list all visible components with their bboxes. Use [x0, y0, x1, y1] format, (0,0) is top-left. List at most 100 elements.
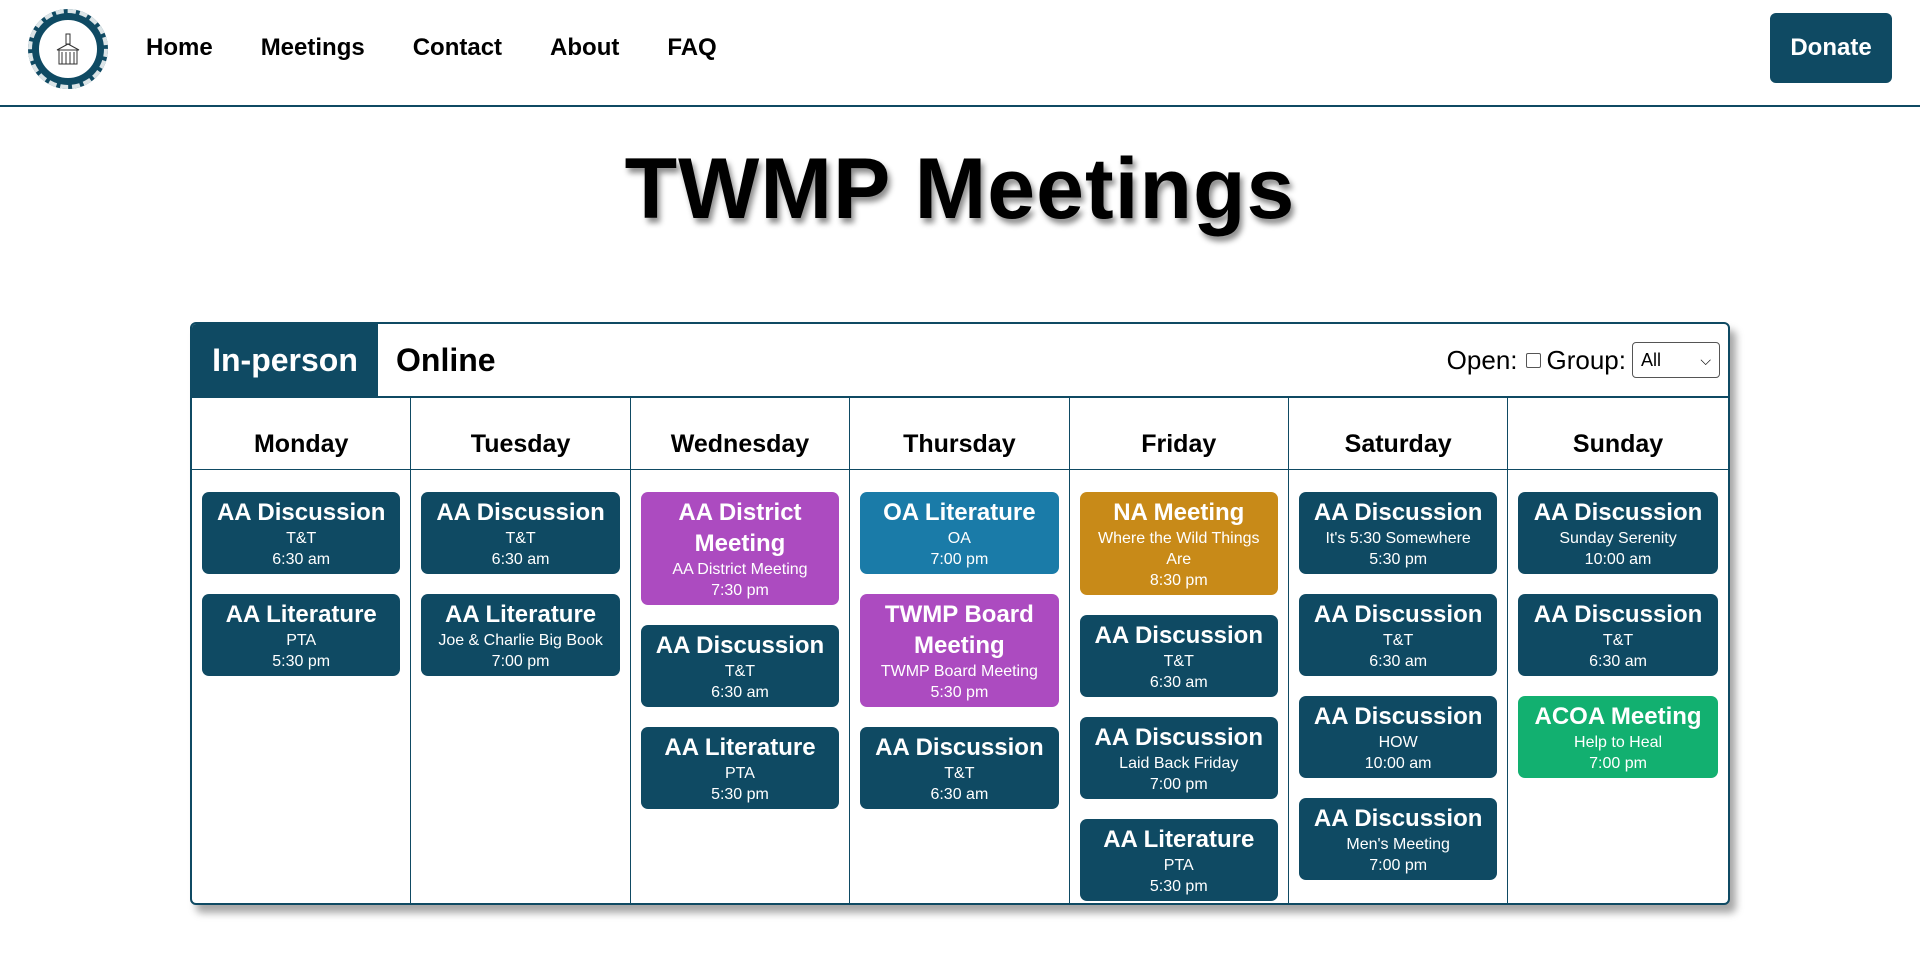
meeting-card[interactable]: AA Discussion T&T 6:30 am	[1518, 594, 1718, 676]
meeting-card[interactable]: AA Discussion T&T 6:30 am	[421, 492, 620, 574]
meeting-title: AA Discussion	[1533, 601, 1703, 628]
meeting-time: 6:30 am	[491, 551, 550, 568]
meeting-list: AA Discussion T&T 6:30 am AA Literature Joe …	[411, 470, 629, 676]
meeting-time: 6:30 am	[930, 786, 989, 803]
meeting-card[interactable]: AA Discussion T&T 6:30 am	[202, 492, 401, 574]
meeting-title: AA Discussion	[1313, 601, 1483, 628]
meeting-time: 7:00 pm	[1149, 776, 1208, 793]
meeting-time: 6:30 am	[711, 684, 769, 701]
meeting-time: 5:30 pm	[272, 653, 331, 670]
meeting-list: AA District Meeting AA District Meeting 7:…	[631, 470, 849, 809]
meeting-group: Help to Heal	[1574, 734, 1663, 751]
group-filter-value: All	[1641, 349, 1662, 370]
meeting-list: AA Discussion T&T 6:30 am AA Literature PTA 5…	[192, 470, 410, 676]
chevron-down-icon: ⌵	[1700, 351, 1711, 368]
donate-button[interactable]: Donate	[1770, 13, 1892, 83]
meeting-group: T&T	[505, 530, 536, 547]
meeting-time: 7:00 pm	[1589, 755, 1647, 772]
site-header: Home Meetings Contact About FAQ Donate	[0, 0, 1920, 107]
group-filter-label: Group:	[1546, 344, 1627, 375]
nav-about[interactable]: About	[550, 30, 619, 66]
day-heading: Tuesday	[411, 398, 630, 470]
meeting-time: 6:30 am	[272, 551, 331, 568]
meeting-time: 7:00 pm	[930, 551, 989, 568]
day-heading: Saturday	[1288, 398, 1508, 470]
meeting-time: 7:00 pm	[491, 653, 550, 670]
main-nav: Home Meetings Contact About FAQ	[146, 30, 765, 66]
meeting-title: AA Literature	[1103, 826, 1255, 853]
meeting-card[interactable]: OA Literature OA 7:00 pm	[860, 492, 1059, 574]
open-filter-checkbox[interactable]	[1525, 352, 1541, 368]
meeting-time: 5:30 pm	[711, 786, 769, 803]
tab-in-person[interactable]: In-person	[192, 324, 378, 396]
meeting-card[interactable]: AA Literature PTA 5:30 pm	[1079, 819, 1278, 901]
meeting-card[interactable]: AA Discussion Sunday Serenity 10:00 am	[1518, 492, 1718, 574]
meeting-type-tabs: In-person Online	[192, 324, 518, 396]
meeting-card[interactable]: AA Discussion Men's Meeting 7:00 pm	[1298, 798, 1498, 880]
tab-online[interactable]: Online	[378, 324, 518, 396]
meeting-card[interactable]: AA Discussion Laid Back Friday 7:00 pm	[1079, 717, 1278, 799]
meeting-card[interactable]: AA Discussion T&T 6:30 am	[1298, 594, 1498, 676]
meeting-title: AA Discussion	[216, 499, 386, 526]
meeting-title: AA Discussion	[655, 632, 825, 659]
day-heading: Wednesday	[630, 398, 850, 470]
meeting-time: 6:30 am	[1589, 653, 1647, 670]
day-column-saturday: Saturday AA Discussion It's 5:30 Somewhere…	[1288, 398, 1509, 903]
meeting-title: AA Discussion	[436, 499, 605, 526]
meeting-time: 6:30 am	[1149, 674, 1208, 691]
meeting-time: 10:00 am	[1364, 755, 1432, 772]
meeting-card[interactable]: AA District Meeting AA District Meeting 7:…	[640, 492, 840, 605]
meeting-card[interactable]: AA Literature PTA 5:30 pm	[202, 594, 401, 676]
meeting-group: PTA	[286, 632, 317, 649]
site-logo[interactable]	[28, 9, 108, 89]
meeting-card[interactable]: AA Literature PTA 5:30 pm	[640, 727, 840, 809]
meeting-group: T&T	[944, 765, 975, 782]
meeting-card[interactable]: ACOA Meeting Help to Heal 7:00 pm	[1518, 696, 1718, 778]
meeting-card[interactable]: AA Discussion It's 5:30 Somewhere 5:30 pm	[1298, 492, 1498, 574]
meeting-group: T&T	[1602, 632, 1634, 649]
meetings-calendar: In-person Online Open: Group: All ⌵ Mond…	[190, 322, 1730, 905]
day-column-friday: Friday NA Meeting Where the Wild Things Ar…	[1069, 398, 1289, 903]
meeting-card[interactable]: AA Literature Joe & Charlie Big Book 7:00 …	[421, 594, 620, 676]
meeting-card[interactable]: AA Discussion T&T 6:30 am	[1079, 615, 1278, 697]
meeting-title: AA Literature	[445, 601, 597, 628]
day-column-thursday: Thursday OA Literature OA 7:00 pm TWMP Board…	[850, 398, 1070, 903]
meeting-title: TWMP Board Meeting	[884, 601, 1034, 659]
group-filter-select[interactable]: All ⌵	[1632, 342, 1720, 378]
meeting-group: T&T	[286, 530, 317, 547]
meeting-title: AA Discussion	[1313, 499, 1483, 526]
meeting-title: AA District Meeting	[678, 499, 802, 557]
meeting-time: 5:30 pm	[1149, 878, 1208, 895]
meeting-time: 8:30 pm	[1149, 572, 1208, 589]
meeting-card[interactable]: AA Discussion HOW 10:00 am	[1298, 696, 1498, 778]
meeting-group: It's 5:30 Somewhere	[1325, 530, 1471, 547]
meeting-group: OA	[947, 530, 971, 547]
meeting-title: OA Literature	[883, 499, 1036, 526]
meeting-group: T&T	[1383, 632, 1414, 649]
day-column-sunday: Sunday AA Discussion Sunday Serenity 10:00 …	[1508, 398, 1728, 903]
meeting-title: AA Discussion	[875, 734, 1044, 761]
meeting-title: AA Discussion	[1094, 724, 1263, 751]
meeting-group: Men's Meeting	[1346, 836, 1450, 853]
meeting-title: AA Discussion	[1533, 499, 1703, 526]
meeting-group: PTA	[725, 765, 755, 782]
meeting-list: NA Meeting Where the Wild Things Are 8:30 …	[1070, 470, 1288, 901]
day-heading: Friday	[1069, 398, 1288, 470]
meeting-card[interactable]: TWMP Board Meeting TWMP Board Meeting 5:30…	[860, 594, 1059, 707]
meeting-group: Where the Wild Things Are	[1097, 530, 1260, 568]
nav-faq[interactable]: FAQ	[667, 30, 716, 66]
meeting-group: Laid Back Friday	[1119, 755, 1239, 772]
nav-contact[interactable]: Contact	[413, 30, 502, 66]
meeting-card[interactable]: AA Discussion T&T 6:30 am	[640, 625, 840, 707]
nav-home[interactable]: Home	[146, 30, 213, 66]
meeting-title: AA Discussion	[1313, 703, 1483, 730]
meeting-card[interactable]: AA Discussion T&T 6:30 am	[860, 727, 1059, 809]
meeting-time: 10:00 am	[1584, 551, 1652, 568]
day-column-tuesday: Tuesday AA Discussion T&T 6:30 am AA Literat…	[411, 398, 631, 903]
meeting-group: PTA	[1163, 857, 1194, 874]
page-title: TWMP Meetings	[624, 141, 1296, 237]
meeting-title: AA Discussion	[1313, 805, 1483, 832]
meeting-card[interactable]: NA Meeting Where the Wild Things Are 8:30 …	[1079, 492, 1278, 595]
logo-emblem	[37, 18, 99, 80]
nav-meetings[interactable]: Meetings	[261, 30, 365, 66]
